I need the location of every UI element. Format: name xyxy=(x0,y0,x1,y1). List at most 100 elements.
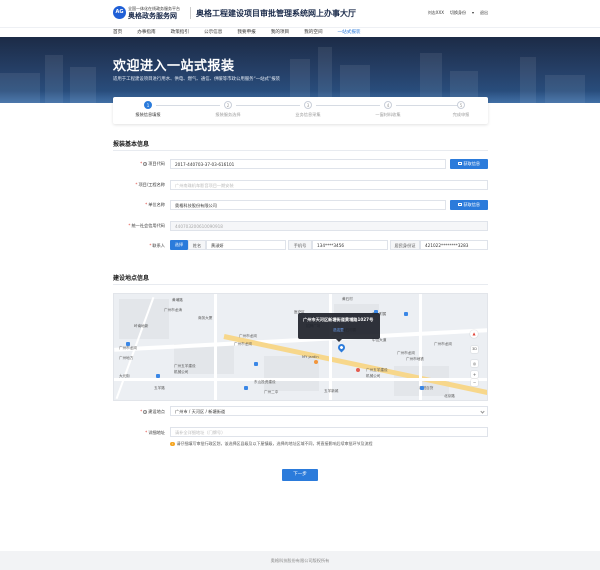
map-label: 广州二中 xyxy=(264,390,279,394)
map-label: 东山投资建设 xyxy=(254,380,276,384)
map-label: 岭南地新 xyxy=(134,324,149,328)
fetch-company-button[interactable]: 获取信息 xyxy=(450,200,488,210)
map-road xyxy=(419,294,422,400)
user-name[interactable]: 刘志XXX xyxy=(428,10,444,16)
step-number: 5 xyxy=(457,101,465,109)
zoom-in-button[interactable]: + xyxy=(471,371,478,378)
name-prefix: 姓名 xyxy=(188,240,206,250)
required-mark: * xyxy=(145,202,148,207)
map-road xyxy=(329,294,332,400)
map-label: MY jardin xyxy=(302,355,319,359)
next-step-button[interactable]: 下一步 xyxy=(282,469,318,481)
map-label: 五羊路 xyxy=(154,386,165,390)
map-label: 广州市龙涛 xyxy=(164,308,182,312)
required-mark: * xyxy=(140,161,143,166)
required-mark: * xyxy=(140,409,143,414)
switch-identity-link[interactable]: 切换身份 xyxy=(450,10,466,16)
project-name-input[interactable]: 广州南珠机车影音项目一期安装 xyxy=(170,180,488,190)
name-input[interactable]: 黄淑妍 xyxy=(206,240,286,250)
tooltip-address: 广州市天河区新塘街道黄埔路1027号 xyxy=(303,317,374,322)
detail-address-label: *详细地址 xyxy=(145,430,165,435)
company-input[interactable]: 奥格科技股份有限公司 xyxy=(170,200,446,210)
map-tooltip: 广州市天河区新塘街道黄埔路1027号 选这里 xyxy=(298,313,380,342)
step-label: 业务信息采集 xyxy=(295,112,321,117)
poi-marker[interactable] xyxy=(126,342,130,346)
info-icon[interactable]: i xyxy=(143,410,148,414)
step-number: 2 xyxy=(224,101,232,109)
map-label: 黄埔路 xyxy=(172,298,183,302)
map-label: 广州五羊建设 xyxy=(174,364,196,368)
logo-title[interactable]: 奥格政务服务网 xyxy=(128,11,177,21)
step-number: 1 xyxy=(144,101,152,109)
location-pin-icon[interactable] xyxy=(336,342,347,353)
map-label: 广州市龙岗 xyxy=(397,351,415,355)
step-number: 3 xyxy=(304,101,312,109)
section-title-basic: 报装基本信息 xyxy=(113,141,150,148)
phone-prefix: 手机号 xyxy=(288,240,312,250)
map-label: 广州市龙岗 xyxy=(234,342,252,346)
map-label: 机械公司 xyxy=(174,370,189,374)
id-input[interactable]: 421022********3283 xyxy=(420,240,488,250)
step-label: 一窗材料收集 xyxy=(375,112,401,117)
banner-subtitle: 适用于工程建设项目进行用水、供电、燃气、通信、供暖等市政公用服务“一站式”报装 xyxy=(113,77,281,82)
project-code-label: * i 项目代码 xyxy=(140,161,165,166)
phone-input[interactable]: 134****3456 xyxy=(312,240,388,250)
poi-marker[interactable] xyxy=(356,368,360,372)
logout-link[interactable]: 退出 xyxy=(480,10,488,16)
tooltip-confirm-link[interactable]: 选这里 xyxy=(333,328,344,333)
logo-icon: AG xyxy=(113,6,126,19)
poi-marker[interactable] xyxy=(254,362,258,366)
zoom-out-button[interactable]: − xyxy=(471,379,478,386)
logo-divider xyxy=(190,7,191,19)
main-nav: 首页 办事指南 政策指引 公示信息 我要申报 我的项目 我的空间 一站式报装 xyxy=(0,27,600,38)
credit-code-input: 440703200610090918 xyxy=(170,221,488,231)
map-label: 北京路 xyxy=(444,394,455,398)
chevron-down-icon[interactable]: ▾ xyxy=(472,10,474,16)
required-mark: * xyxy=(145,430,148,435)
section-divider xyxy=(113,150,488,151)
step-2: 2 报装服务选择 xyxy=(198,101,258,118)
poi-marker[interactable] xyxy=(420,386,424,390)
map-label: 大元街 xyxy=(119,374,130,378)
contact-label: *联系人 xyxy=(149,243,165,248)
poi-marker[interactable] xyxy=(314,360,318,364)
step-progress: 1 报装信息填报 2 报装服务选择 3 业务信息采集 4 一窗材料收集 5 完成… xyxy=(113,97,488,124)
map-label: 广州地方 xyxy=(119,356,134,360)
map-label: 商务大厦 xyxy=(198,316,213,320)
select-contact-button[interactable]: 选择 xyxy=(170,240,188,250)
address-select[interactable]: 广州市 / 天河区 / 新塘街道 xyxy=(170,406,488,416)
fetch-icon xyxy=(457,162,462,166)
compass-icon[interactable]: ▲ xyxy=(470,330,478,338)
info-icon[interactable]: i xyxy=(143,162,148,166)
map-block xyxy=(264,356,319,391)
map-label: 五羊新城 xyxy=(324,389,339,393)
fetch-info-button[interactable]: 获取信息 xyxy=(450,159,488,169)
poi-marker[interactable] xyxy=(156,374,160,378)
banner-title: 欢迎进入一站式报装 xyxy=(113,59,235,74)
step-label: 完成申报 xyxy=(452,112,470,117)
hero-banner: 欢迎进入一站式报装 适用于工程建设项目进行用水、供电、燃气、通信、供暖等市政公用… xyxy=(0,37,600,103)
location-map[interactable]: 黄埔路 广州市龙涛 医疗区 黄石村 岭南地新 黄石村委 广州市龙岗 中山大道 广… xyxy=(113,293,488,401)
site-title: 奥格工程建设项目审批管理系统网上办事大厅 xyxy=(196,9,356,18)
step-1: 1 报装信息填报 xyxy=(118,101,178,118)
poi-marker[interactable] xyxy=(404,312,408,316)
project-name-label: *项目/工程名称 xyxy=(135,182,165,187)
poi-marker[interactable] xyxy=(244,386,248,390)
map-label: 广州市龙岗 xyxy=(119,346,137,350)
project-code-input[interactable]: 2017-440703-37-03-616101 xyxy=(170,159,446,169)
step-4: 4 一窗材料收集 xyxy=(358,101,418,118)
id-prefix: 居民身份证 xyxy=(390,240,420,250)
step-number: 4 xyxy=(384,101,392,109)
locate-icon[interactable]: ◎ xyxy=(471,360,478,367)
step-5: 5 完成申报 xyxy=(431,101,491,118)
step-label: 报装服务选择 xyxy=(215,112,241,117)
map-label: 广州五羊建设 xyxy=(366,368,388,372)
map-3d-toggle[interactable]: 3D xyxy=(471,346,478,353)
chevron-down-icon xyxy=(480,409,485,414)
step-label: 报装信息填报 xyxy=(135,112,161,117)
credit-code-label: *统一社会信用代码 xyxy=(128,223,165,228)
section-title-location: 建设地点信息 xyxy=(113,275,150,282)
step-3: 3 业务信息采集 xyxy=(278,101,338,118)
detail-address-input[interactable]: 请补全详细地址（门牌号） xyxy=(170,427,488,437)
map-road xyxy=(114,378,487,381)
